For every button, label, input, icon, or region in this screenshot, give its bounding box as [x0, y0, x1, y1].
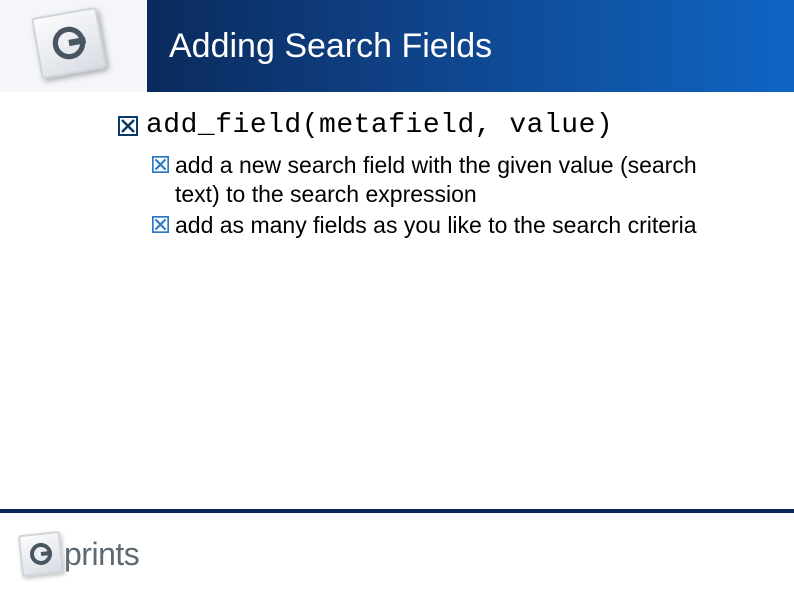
sub-bullet-text: add as many fields as you like to the se… [175, 211, 697, 240]
footer-divider [0, 509, 794, 513]
decor-key [31, 7, 107, 80]
logo-e-key [18, 531, 64, 577]
logo-text: prints [64, 536, 139, 573]
sub-bullet-item: add as many fields as you like to the se… [152, 211, 714, 240]
footer-logo: prints [20, 533, 139, 575]
slide-title: Adding Search Fields [169, 27, 492, 66]
x-box-icon [152, 216, 169, 233]
sub-bullet-list: add a new search field with the given va… [152, 151, 714, 239]
sub-bullet-item: add a new search field with the given va… [152, 151, 714, 209]
sub-bullet-text: add a new search field with the given va… [175, 151, 714, 209]
decor-top-left [0, 0, 147, 92]
code-signature: add_field(metafield, value) [146, 110, 613, 141]
bullet-item-main: add_field(metafield, value) [118, 110, 714, 141]
e-icon [26, 539, 57, 570]
slide-body: add_field(metafield, value) add a new se… [118, 110, 714, 241]
e-icon [45, 19, 94, 68]
x-box-icon [118, 116, 138, 136]
x-box-icon [152, 156, 169, 173]
title-bar: Adding Search Fields [147, 0, 794, 92]
